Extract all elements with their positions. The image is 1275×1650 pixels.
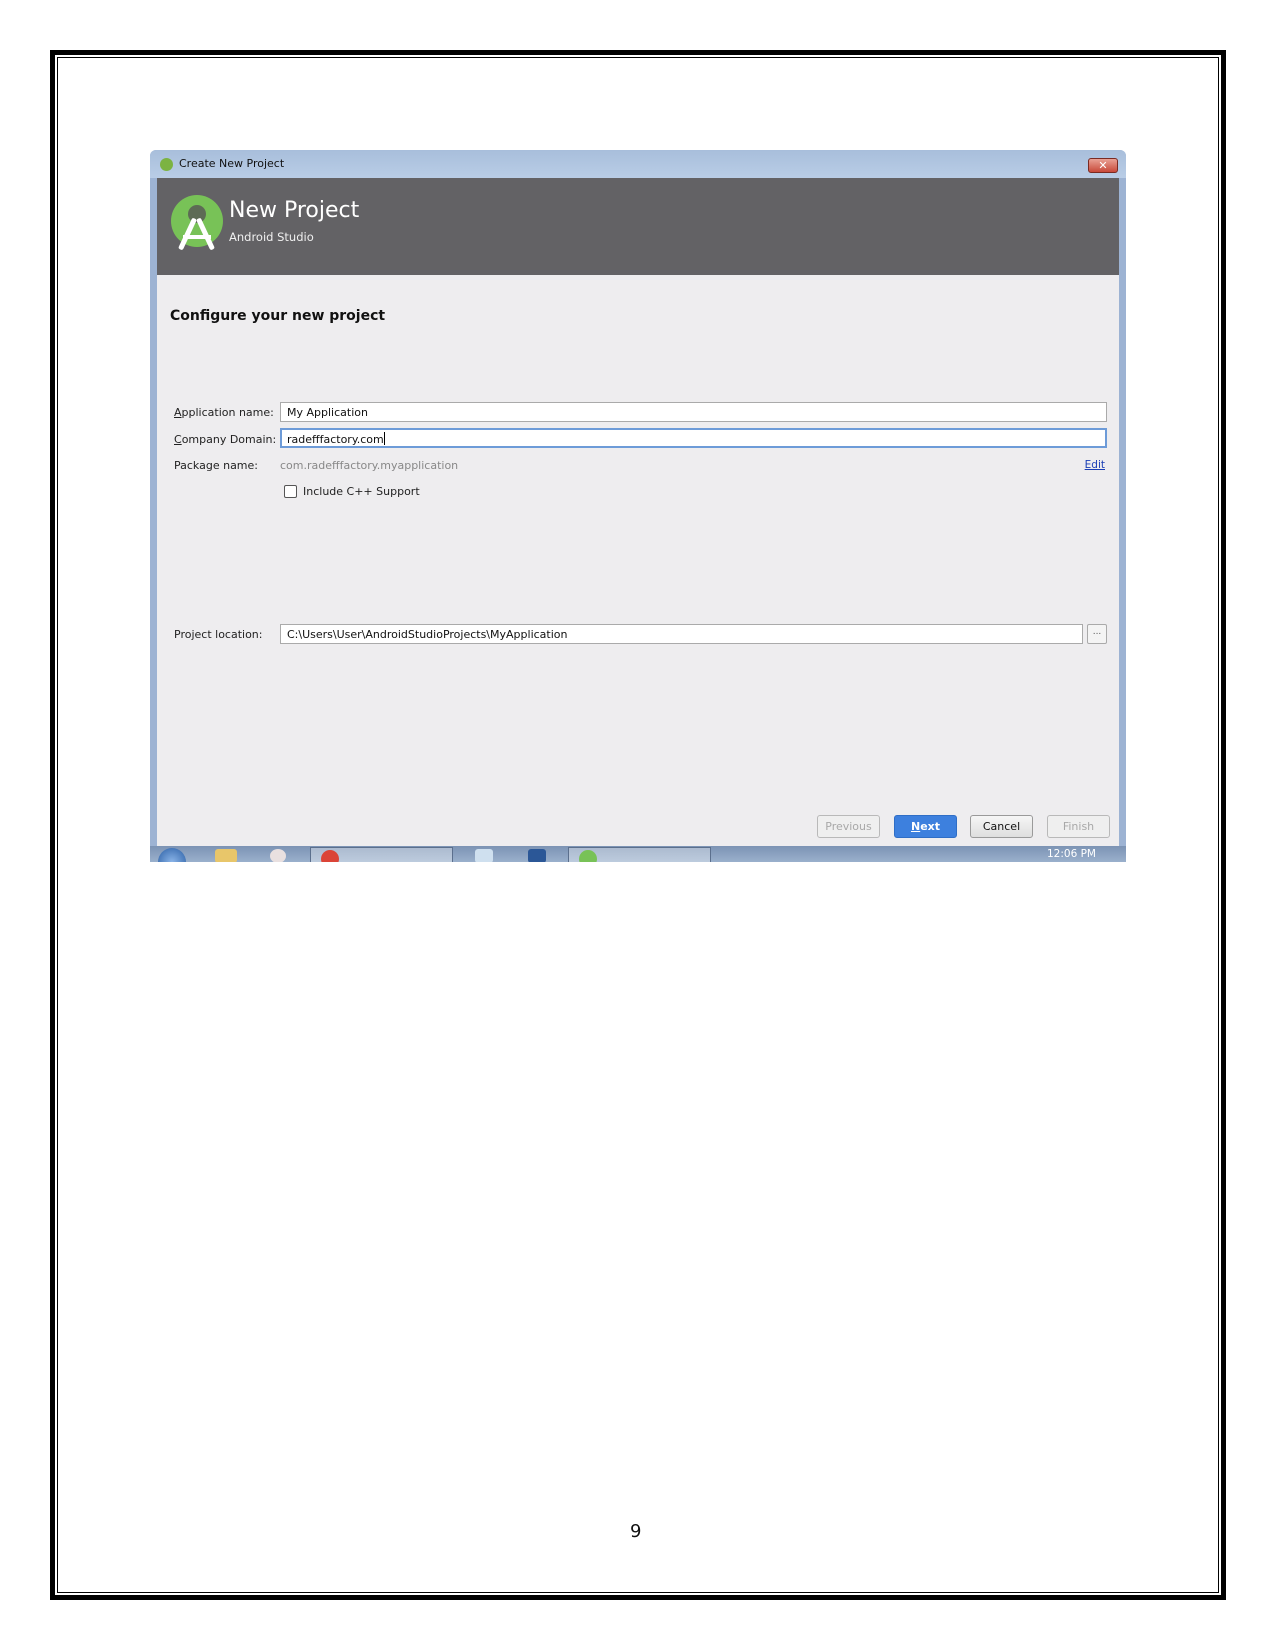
edit-package-link[interactable]: Edit	[1085, 459, 1105, 471]
word-icon[interactable]	[528, 849, 546, 862]
application-name-input[interactable]: My Application	[280, 402, 1107, 422]
app-icon[interactable]	[270, 849, 286, 862]
file-explorer-icon[interactable]	[215, 849, 237, 862]
start-button-icon[interactable]	[158, 848, 186, 862]
package-name-label: Package name:	[174, 459, 258, 472]
project-location-label: Project location:	[174, 628, 263, 641]
company-domain-input[interactable]: radefffactory.com	[280, 428, 1107, 448]
android-studio-icon	[160, 158, 173, 171]
company-domain-label: Company Domain:	[174, 433, 277, 446]
cancel-button[interactable]: Cancel	[970, 815, 1033, 838]
notepad-icon[interactable]	[475, 849, 493, 862]
application-name-label: Application name:	[174, 406, 274, 419]
text-caret	[383, 432, 385, 445]
taskbar-android-studio-task[interactable]	[568, 847, 711, 862]
android-studio-task-icon	[579, 850, 597, 862]
project-location-input[interactable]: C:\Users\User\AndroidStudioProjects\MyAp…	[280, 624, 1083, 644]
browse-button[interactable]: ...	[1087, 624, 1107, 644]
chrome-icon	[321, 850, 339, 862]
page-number: 9	[630, 1521, 642, 1542]
package-name-value: com.radefffactory.myapplication	[280, 459, 459, 472]
close-button[interactable]: ✕	[1088, 158, 1118, 173]
header-title: New Project	[229, 198, 360, 223]
dialog-header: New Project Android Studio	[157, 178, 1119, 275]
taskbar-chrome-task[interactable]	[310, 847, 453, 862]
create-new-project-dialog: Create New Project ✕ New Project Android…	[150, 150, 1126, 862]
window-titlebar[interactable]: Create New Project ✕	[150, 150, 1126, 178]
previous-button[interactable]: Previous	[817, 815, 880, 838]
windows-taskbar: 12:06 PM	[150, 846, 1126, 862]
include-cpp-checkbox[interactable]	[284, 485, 297, 498]
header-subtitle: Android Studio	[229, 230, 314, 244]
next-button[interactable]: Next	[894, 815, 957, 838]
taskbar-clock: 12:06 PM	[1047, 848, 1096, 860]
section-title: Configure your new project	[170, 308, 386, 324]
window-title: Create New Project	[179, 157, 285, 170]
dialog-content: New Project Android Studio Configure you…	[157, 178, 1119, 846]
android-studio-logo-icon	[171, 195, 223, 251]
include-cpp-label[interactable]: Include C++ Support	[303, 485, 420, 498]
finish-button[interactable]: Finish	[1047, 815, 1110, 838]
